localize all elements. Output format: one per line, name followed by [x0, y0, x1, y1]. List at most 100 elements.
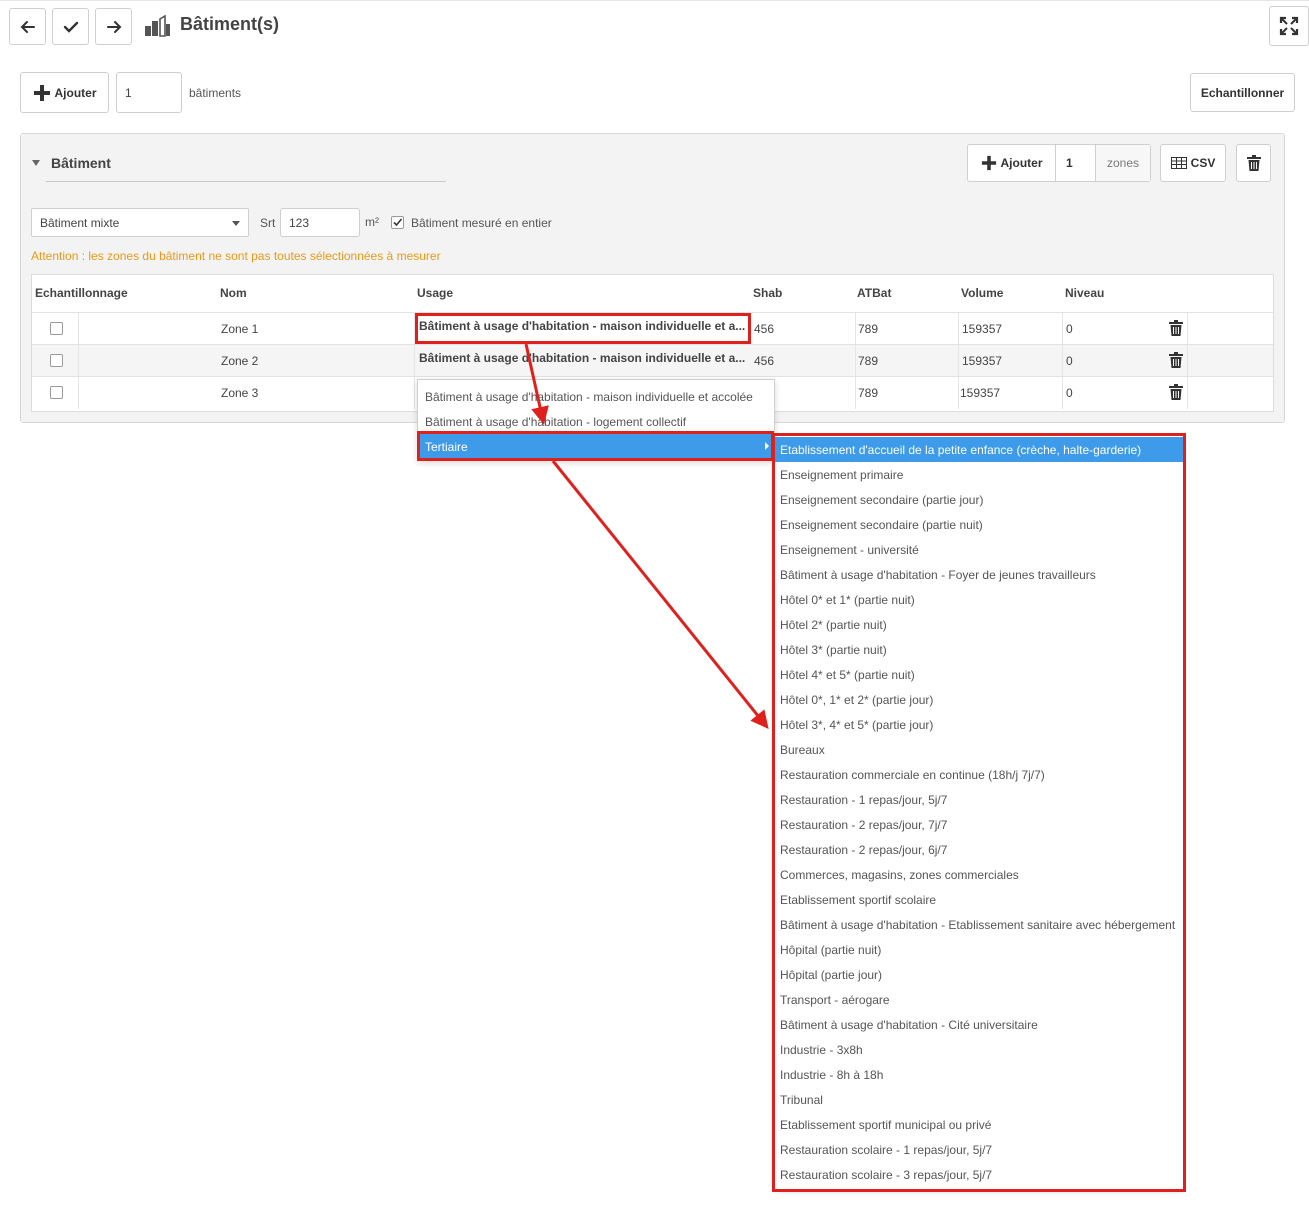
submenu-item[interactable]: Hôtel 0*, 1* et 2* (partie jour)	[775, 687, 1183, 712]
trash-icon	[1246, 155, 1261, 171]
submenu-item[interactable]: Bureaux	[775, 737, 1183, 762]
plus-icon	[33, 84, 50, 101]
submenu-item[interactable]: Enseignement secondaire (partie nuit)	[775, 512, 1183, 537]
check-icon	[393, 218, 403, 227]
col-shab[interactable]: Shab	[753, 286, 782, 300]
back-button[interactable]	[9, 8, 46, 45]
submenu-item[interactable]: Hôpital (partie jour)	[775, 962, 1183, 987]
tertiaire-submenu: Etablissement d'accueil de la petite enf…	[775, 436, 1183, 1189]
submenu-item[interactable]: Hôtel 3*, 4* et 5* (partie jour)	[775, 712, 1183, 737]
usage-option[interactable]: Bâtiment à usage d'habitation - logement…	[418, 409, 774, 434]
zone-volume[interactable]: 159357	[960, 386, 1000, 400]
chevron-down-icon	[232, 221, 240, 226]
submenu-item[interactable]: Enseignement secondaire (partie jour)	[775, 487, 1183, 512]
add-zone-label: Ajouter	[1000, 156, 1043, 170]
submenu-item[interactable]: Restauration commerciale en continue (18…	[775, 762, 1183, 787]
submenu-item[interactable]: Enseignement - université	[775, 537, 1183, 562]
submenu-item[interactable]: Tribunal	[775, 1087, 1183, 1112]
row-checkbox[interactable]	[50, 322, 63, 335]
submenu-item[interactable]: Hôpital (partie nuit)	[775, 937, 1183, 962]
zone-niveau[interactable]: 0	[1066, 322, 1073, 336]
trash-icon[interactable]	[1169, 319, 1183, 337]
submenu-item[interactable]: Restauration - 1 repas/jour, 5j/7	[775, 787, 1183, 812]
zone-niveau[interactable]: 0	[1066, 354, 1073, 368]
submenu-item[interactable]: Enseignement primaire	[775, 462, 1183, 487]
submenu-item[interactable]: Hôtel 2* (partie nuit)	[775, 612, 1183, 637]
zone-shab[interactable]: 456	[754, 322, 774, 336]
col-divider	[78, 313, 79, 345]
top-divider	[0, 0, 1309, 1]
submenu-item[interactable]: Hôtel 3* (partie nuit)	[775, 637, 1183, 662]
submenu-item[interactable]: Bâtiment à usage d'habitation - Etabliss…	[775, 912, 1183, 937]
row-checkbox[interactable]	[50, 354, 63, 367]
add-building-button[interactable]: Ajouter	[20, 72, 109, 113]
submenu-item[interactable]: Commerces, magasins, zones commerciales	[775, 862, 1183, 887]
table-row: Zone 2 Bâtiment à usage d'habitation - m…	[32, 344, 1273, 377]
submenu-item[interactable]: Etablissement sportif municipal ou privé	[775, 1112, 1183, 1137]
zone-niveau[interactable]: 0	[1066, 386, 1073, 400]
zone-atbat[interactable]: 789	[858, 386, 878, 400]
submenu-item[interactable]: Bâtiment à usage d'habitation - Foyer de…	[775, 562, 1183, 587]
zone-atbat[interactable]: 789	[858, 322, 878, 336]
col-divider	[78, 377, 79, 409]
submenu-item[interactable]: Industrie - 3x8h	[775, 1037, 1183, 1062]
submenu-item[interactable]: Restauration - 2 repas/jour, 6j/7	[775, 837, 1183, 862]
zone-usage[interactable]: Bâtiment à usage d'habitation - maison i…	[419, 319, 745, 333]
zone-name[interactable]: Zone 2	[221, 354, 258, 368]
row-checkbox[interactable]	[50, 386, 63, 399]
usage-option[interactable]: Bâtiment à usage d'habitation - maison i…	[418, 384, 774, 409]
usage-option-label: Tertiaire	[425, 439, 468, 454]
zones-count-input[interactable]: 1	[1056, 145, 1096, 181]
plus-icon	[981, 155, 996, 171]
add-zone-button[interactable]: Ajouter	[968, 145, 1056, 181]
submenu-item[interactable]: Hôtel 0* et 1* (partie nuit)	[775, 587, 1183, 612]
collapse-caret-icon[interactable]	[32, 160, 40, 166]
fullscreen-icon	[1279, 16, 1299, 36]
submenu-item[interactable]: Industrie - 8h à 18h	[775, 1062, 1183, 1087]
submenu-item[interactable]: Bâtiment à usage d'habitation - Cité uni…	[775, 1012, 1183, 1037]
submenu-item[interactable]: Restauration scolaire - 1 repas/jour, 5j…	[775, 1137, 1183, 1162]
zone-usage[interactable]: Bâtiment à usage d'habitation - maison i…	[419, 351, 745, 365]
measured-checkbox[interactable]	[391, 216, 404, 229]
srt-input[interactable]: 123	[280, 208, 360, 237]
submenu-item[interactable]: Etablissement d'accueil de la petite enf…	[775, 437, 1183, 462]
csv-button[interactable]: CSV	[1160, 144, 1226, 182]
submenu-item[interactable]: Etablissement sportif scolaire	[775, 887, 1183, 912]
zone-shab[interactable]: 456	[754, 354, 774, 368]
col-divider	[1062, 313, 1063, 345]
zone-name[interactable]: Zone 1	[221, 322, 258, 336]
col-atbat[interactable]: ATBat	[857, 286, 891, 300]
submenu-item[interactable]: Restauration - 2 repas/jour, 7j/7	[775, 812, 1183, 837]
col-divider	[1187, 313, 1188, 345]
submenu-item[interactable]: Restauration scolaire - 3 repas/jour, 5j…	[775, 1162, 1183, 1187]
submenu-item[interactable]: Transport - aérogare	[775, 987, 1183, 1012]
building-type-select[interactable]: Bâtiment mixte	[31, 208, 249, 237]
panel-title: Bâtiment	[51, 155, 111, 171]
table-icon	[1170, 157, 1187, 169]
col-divider	[414, 345, 415, 377]
zone-name[interactable]: Zone 3	[221, 386, 258, 400]
submenu-item[interactable]: Hôtel 4* et 5* (partie nuit)	[775, 662, 1183, 687]
zone-atbat[interactable]: 789	[858, 354, 878, 368]
trash-icon[interactable]	[1169, 383, 1183, 401]
fullscreen-button[interactable]	[1269, 6, 1309, 46]
building-icon	[145, 15, 170, 37]
building-count-input[interactable]: 1	[116, 72, 182, 113]
sample-button[interactable]: Echantillonner	[1190, 73, 1295, 112]
table-row: Zone 1 Bâtiment à usage d'habitation - m…	[32, 312, 1273, 345]
zone-volume[interactable]: 159357	[962, 354, 1002, 368]
delete-building-button[interactable]	[1236, 144, 1271, 182]
trash-icon[interactable]	[1169, 351, 1183, 369]
usage-option-tertiaire[interactable]: Tertiaire	[418, 434, 774, 459]
zone-volume[interactable]: 159357	[962, 322, 1002, 336]
col-volume[interactable]: Volume	[961, 286, 1003, 300]
col-divider	[414, 377, 415, 409]
col-usage[interactable]: Usage	[417, 286, 453, 300]
col-nom[interactable]: Nom	[220, 286, 247, 300]
col-echantillonnage[interactable]: Echantillonnage	[35, 286, 128, 300]
col-niveau[interactable]: Niveau	[1065, 286, 1104, 300]
validate-button[interactable]	[52, 8, 89, 45]
panel-title-underline	[46, 181, 446, 182]
forward-button[interactable]	[95, 8, 132, 45]
chevron-right-icon	[765, 442, 769, 450]
